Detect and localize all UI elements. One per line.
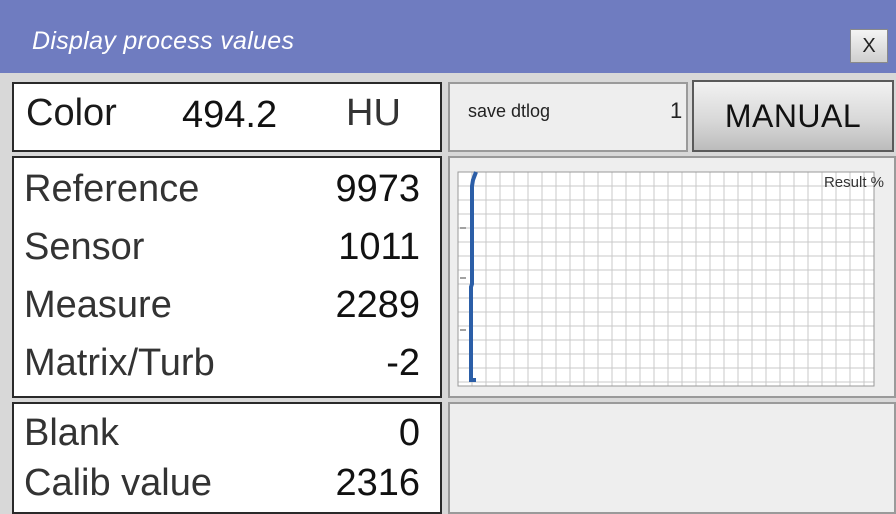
measure-label: Measure	[24, 284, 172, 326]
sensor-label: Sensor	[24, 226, 145, 268]
window-title: Display process values	[32, 27, 295, 55]
save-dtlog-label: save dtlog	[468, 101, 551, 121]
sensor-value: 1011	[338, 226, 420, 268]
calib-value-label: Calib value	[24, 462, 212, 504]
manual-button[interactable]: MANUAL	[692, 80, 894, 152]
matrix-turb-value: -2	[386, 342, 420, 384]
calib-value-value: 2316	[335, 462, 420, 504]
blank-value: 0	[398, 412, 420, 454]
color-label: Color	[26, 92, 117, 134]
manual-button-label: MANUAL	[724, 97, 862, 134]
chart-legend: Result %	[823, 174, 884, 191]
chart-panel: Result %	[448, 156, 896, 398]
save-dtlog-panel[interactable]: save dtlog 1	[448, 82, 688, 152]
measure-value: 2289	[335, 284, 420, 326]
close-button[interactable]: X	[850, 29, 888, 63]
process-row-measure: Measure 2289	[24, 284, 420, 327]
blank-label: Blank	[24, 412, 120, 454]
process-row-reference: Reference 9973	[24, 168, 420, 211]
calib-row-blank: Blank 0	[24, 412, 420, 455]
color-value: 494.2	[182, 94, 278, 136]
process-row-matrix-turb: Matrix/Turb -2	[24, 342, 420, 385]
result-chart	[457, 171, 875, 387]
process-values-panel: Reference 9973 Sensor 1011 Measure 2289 …	[12, 156, 442, 398]
empty-status-panel	[448, 402, 896, 514]
calib-row-calib-value: Calib value 2316	[24, 462, 420, 505]
color-panel: Color 494.2 HU	[12, 82, 442, 152]
calibration-panel: Blank 0 Calib value 2316	[12, 402, 442, 514]
reference-value: 9973	[335, 168, 420, 210]
save-dtlog-count: 1	[670, 98, 683, 123]
color-unit: HU	[346, 92, 401, 134]
matrix-turb-label: Matrix/Turb	[24, 342, 215, 384]
close-icon: X	[862, 34, 876, 57]
process-row-sensor: Sensor 1011	[24, 226, 420, 269]
window-titlebar: Display process values X	[0, 0, 896, 73]
reference-label: Reference	[24, 168, 200, 210]
